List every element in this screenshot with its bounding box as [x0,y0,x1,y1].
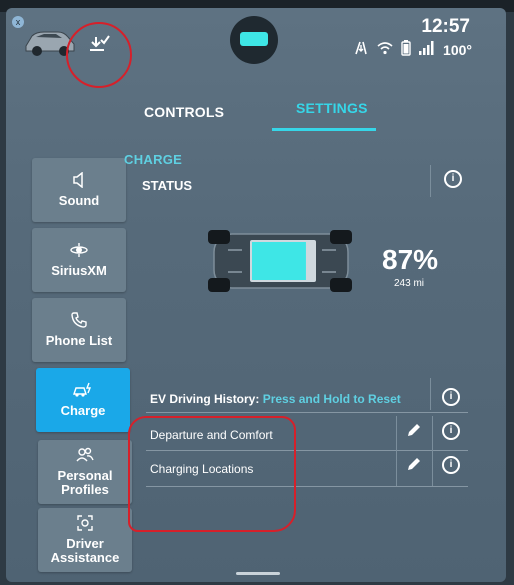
ev-history-label: EV Driving History: [150,392,260,406]
divider [396,450,397,486]
sidebar-item-label: Driver Assistance [50,536,120,565]
phone-battery-icon [401,40,411,59]
sidebar-item-siriusxm[interactable]: SiriusXM [32,228,126,292]
clock: 12:57 [421,16,470,37]
ev-history-info-button[interactable]: i [442,388,460,406]
sidebar-item-label: Phone List [45,333,113,348]
edit-departure-button[interactable] [406,422,422,443]
divider [396,416,397,450]
status-icons: 100° [353,40,472,59]
section-title: CHARGE [124,152,183,167]
tab-controls[interactable]: CONTROLS [144,104,224,120]
sidebar-item-label: Personal Profiles [57,468,113,497]
charging-locations-info-button[interactable]: i [442,456,460,474]
divider [430,165,431,197]
edit-charging-locations-button[interactable] [406,456,422,477]
ev-history-label-group: EV Driving History: Press and Hold to Re… [150,392,401,406]
sidebar-item-charge[interactable]: Charge [36,368,130,432]
sidebar-item-personal-profiles[interactable]: Personal Profiles [38,440,132,504]
sidebar-item-sound[interactable]: Sound [32,158,126,222]
ev-battery-car-graphic [208,230,352,292]
wifi-icon [377,41,393,58]
status-title: STATUS [142,178,193,193]
state-of-charge: 87% [382,244,439,275]
center-app-icon[interactable] [230,16,278,64]
center-app-battery-icon [240,32,268,46]
pencil-icon [408,458,420,470]
satellite-icon [70,242,88,260]
sidebar-item-label: Charge [60,403,106,418]
signal-icon [419,41,435,58]
pencil-icon [408,424,420,436]
tab-settings[interactable]: SETTINGS [296,100,368,116]
annotation-box [128,416,296,532]
tab-bar: CONTROLS SETTINGS [96,94,486,134]
divider [430,378,431,410]
infotainment-screen: x 12:57 100° CONTROLS SETTINGS Sound Sir… [6,8,506,582]
phone-icon [71,312,87,330]
gps-icon [353,41,369,58]
departure-info-button[interactable]: i [442,422,460,440]
status-bar: x 12:57 100° [6,8,506,88]
battery-level-fill [252,242,306,280]
ev-charge-icon [73,382,93,400]
sidebar-item-label: SiriusXM [51,263,107,278]
home-indicator[interactable] [236,572,280,575]
speaker-icon [72,171,86,190]
sidebar-item-label: Sound [58,193,100,208]
divider [432,416,433,450]
profiles-icon [76,447,94,465]
divider [432,450,433,486]
battery-percent: 100° [443,41,472,58]
ev-history-reset-hint: Press and Hold to Reset [262,392,401,406]
ev-driving-history-row[interactable]: EV Driving History: Press and Hold to Re… [146,382,468,413]
sidebar-item-driver-assistance[interactable]: Driver Assistance [38,508,132,572]
annotation-circle [66,22,132,88]
status-info-button[interactable]: i [444,170,462,188]
sidebar-item-phone-list[interactable]: Phone List [32,298,126,362]
active-tab-indicator [272,128,376,131]
range-estimate: 243 mi [394,278,425,289]
driver-assist-icon [77,515,93,533]
